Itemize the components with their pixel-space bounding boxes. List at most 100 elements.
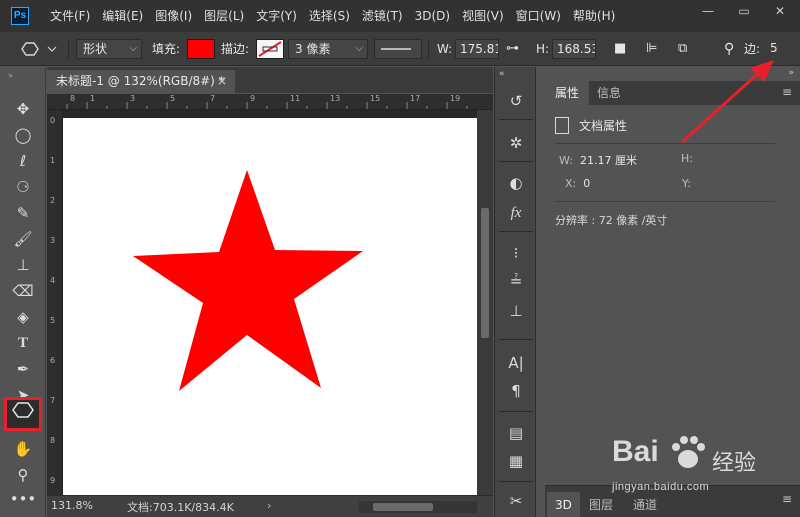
- menu-file[interactable]: 文件(F): [44, 0, 96, 32]
- zoom-icon[interactable]: ⚲: [8, 463, 38, 487]
- settings-search-icon[interactable]: ⚲: [724, 39, 734, 59]
- panel-menu-icon[interactable]: ≡: [782, 85, 792, 99]
- document-canvas[interactable]: [63, 118, 477, 495]
- eraser-icon[interactable]: ⌫: [8, 279, 38, 303]
- width-row: W: 21.17 厘米: [559, 154, 637, 167]
- tools-icon[interactable]: ✂: [503, 489, 529, 513]
- document-tab[interactable]: 未标题-1 @ 132%(RGB/8#) * ×: [47, 70, 235, 93]
- shape-mode-select[interactable]: 形状 ⌵: [76, 39, 142, 59]
- polygon-icon: [12, 402, 34, 418]
- no-stroke-icon: [258, 41, 282, 57]
- quick-select-icon[interactable]: ⚆: [8, 175, 38, 199]
- vertical-ruler[interactable]: 0 1 2 3 4 5 6 7 8 9: [47, 110, 63, 495]
- brush-icon[interactable]: 🖌: [8, 227, 38, 251]
- character-icon[interactable]: A|: [503, 351, 529, 375]
- clone-source-icon[interactable]: ≟: [503, 269, 529, 293]
- maximize-button[interactable]: ▭: [726, 0, 762, 22]
- properties-heading: 文档属性: [555, 115, 627, 139]
- notes-icon[interactable]: ▦: [503, 449, 529, 473]
- tools-panel: » ✥ ◯ ℓ ⚆ ✎ 🖌 ⊥ ⌫ ◈ T ✒ ➤ ✋ ⚲ •••: [0, 67, 46, 517]
- stroke-type-select[interactable]: [374, 39, 422, 59]
- tab-3d[interactable]: 3D: [547, 492, 580, 517]
- menu-layer[interactable]: 图层(L): [198, 0, 250, 32]
- more-icon[interactable]: •••: [8, 487, 38, 511]
- polygon-tool-button[interactable]: [4, 397, 42, 431]
- panel-menu-icon[interactable]: ≡: [782, 492, 792, 506]
- path-arrangement-icon[interactable]: ⧉: [678, 39, 687, 59]
- libraries-icon[interactable]: ▤: [503, 421, 529, 445]
- hand-icon[interactable]: ✋: [8, 437, 38, 461]
- line-style-icon: [381, 48, 411, 50]
- history-icon[interactable]: ↺: [503, 89, 529, 113]
- photoshop-logo: Ps: [11, 7, 29, 25]
- styles-icon[interactable]: fx: [503, 201, 529, 225]
- tab-info[interactable]: 信息: [587, 81, 631, 105]
- navigator-icon[interactable]: ✲: [503, 131, 529, 155]
- menu-type[interactable]: 文字(Y): [250, 0, 303, 32]
- close-button[interactable]: ✕: [762, 0, 798, 22]
- stamp-icon[interactable]: ⊥: [8, 253, 38, 277]
- fill-label: 填充:: [152, 42, 181, 56]
- menu-edit[interactable]: 编辑(E): [96, 0, 149, 32]
- path-operations-icon[interactable]: ■: [614, 39, 626, 59]
- lasso-icon[interactable]: ℓ: [8, 149, 38, 173]
- baidu-jingyan-watermark: Bai 经验 jingyan.baidu.com: [612, 435, 757, 493]
- menu-window[interactable]: 窗口(W): [510, 0, 567, 32]
- brush-settings-icon[interactable]: ⁝: [503, 241, 529, 265]
- document-icon: [555, 117, 569, 134]
- menu-view[interactable]: 视图(V): [456, 0, 510, 32]
- height-label: H:: [536, 42, 550, 56]
- fill-color-swatch[interactable]: [187, 39, 215, 59]
- menu-3d[interactable]: 3D(D): [409, 0, 456, 32]
- menu-bar: Ps 文件(F) 编辑(E) 图像(I) 图层(L) 文字(Y) 选择(S) 滤…: [0, 0, 800, 32]
- resolution-row: 分辨率 : 72 像素 /英寸: [555, 214, 668, 227]
- height-field[interactable]: 168.53: [552, 39, 596, 59]
- sides-field[interactable]: 5: [766, 39, 788, 59]
- star-shape[interactable]: [63, 118, 477, 495]
- chevron-down-icon: ⌵: [129, 43, 137, 54]
- chevron-down-icon: ⌵: [355, 43, 363, 54]
- tool-preset-picker[interactable]: [18, 39, 60, 59]
- options-bar: 形状 ⌵ 填充: 描边: 3 像素 ⌵ W: 175.81 ⊶ H: 168.53 …: [0, 32, 800, 66]
- status-menu-icon[interactable]: ›: [267, 499, 271, 512]
- stroke-width-select[interactable]: 3 像素 ⌵: [288, 39, 368, 59]
- width-field[interactable]: 175.81: [455, 39, 499, 59]
- document-tab-bar: 未标题-1 @ 132%(RGB/8#) * ×: [47, 67, 493, 93]
- close-tab-icon[interactable]: ×: [217, 70, 227, 93]
- zoom-readout[interactable]: 131.8%: [51, 499, 93, 512]
- paragraph-icon[interactable]: ¶: [503, 379, 529, 403]
- width-label: W:: [437, 42, 453, 56]
- scroll-thumb[interactable]: [481, 208, 489, 338]
- horizontal-ruler[interactable]: 8 1 3 5 7 9 11 13 15 17 19: [47, 94, 493, 110]
- move-icon[interactable]: ✥: [8, 97, 38, 121]
- status-bar: 131.8% 文档:703.1K/834.4K ›: [47, 495, 493, 517]
- path-alignment-icon[interactable]: ⊫: [646, 39, 657, 59]
- menu-filter[interactable]: 滤镜(T): [356, 0, 409, 32]
- paw-logo-icon: [672, 436, 705, 468]
- properties-tab-bar: 属性 信息 ≡: [545, 81, 800, 105]
- horizontal-scrollbar[interactable]: [359, 501, 477, 513]
- vertical-scrollbar[interactable]: [477, 110, 493, 495]
- panel-collapse-icon[interactable]: »: [8, 71, 13, 80]
- menu-image[interactable]: 图像(I): [149, 0, 198, 32]
- canvas-viewport[interactable]: [63, 110, 477, 495]
- menu-help[interactable]: 帮助(H): [567, 0, 621, 32]
- stroke-color-swatch[interactable]: [256, 39, 284, 59]
- link-icon[interactable]: ⊶: [506, 39, 519, 59]
- menu-select[interactable]: 选择(S): [303, 0, 356, 32]
- eyedropper-icon[interactable]: ✎: [8, 201, 38, 225]
- minimize-button[interactable]: —: [690, 0, 726, 22]
- pen-icon[interactable]: ✒: [8, 357, 38, 381]
- tab-properties[interactable]: 属性: [545, 81, 590, 105]
- paint-bucket-icon[interactable]: ◈: [8, 305, 38, 329]
- doc-size-readout[interactable]: 文档:703.1K/834.4K: [127, 499, 234, 515]
- scroll-thumb[interactable]: [373, 503, 433, 511]
- panel-dock: « ↺ ✲ ◐ fx ⁝ ≟ ⊥ A| ¶ ▤ ▦ ✂: [494, 67, 536, 517]
- ellipse-marquee-icon[interactable]: ◯: [8, 123, 38, 147]
- adjustments-icon[interactable]: ◐: [503, 171, 529, 195]
- x-row: X: 0: [565, 177, 591, 190]
- collapse-panel-icon[interactable]: »: [788, 68, 794, 78]
- collapse-dock-icon[interactable]: «: [499, 69, 505, 79]
- type-icon[interactable]: T: [8, 331, 38, 355]
- tool-presets-icon[interactable]: ⊥: [503, 299, 529, 323]
